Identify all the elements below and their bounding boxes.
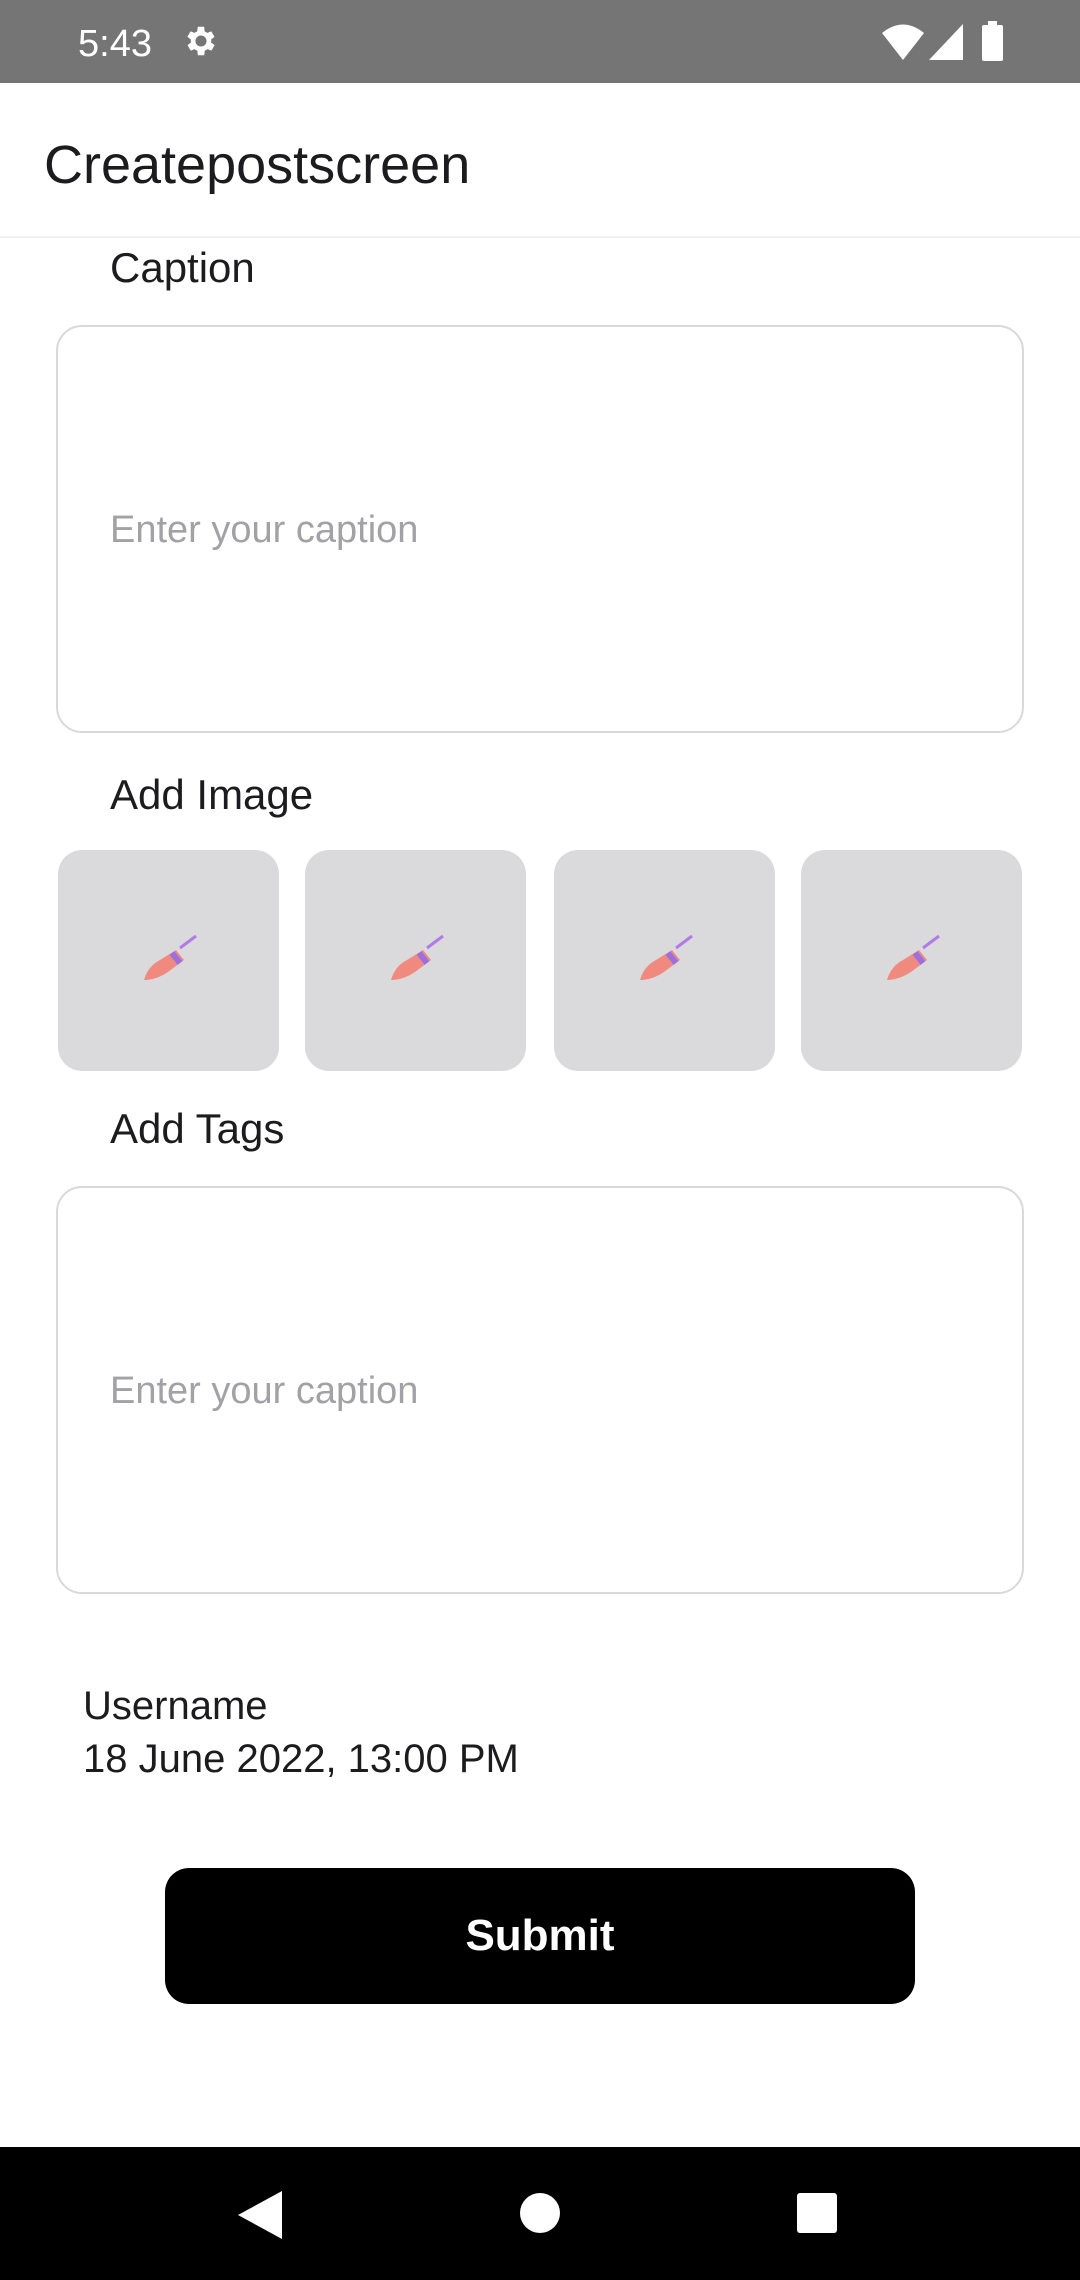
- tags-input[interactable]: [110, 1188, 970, 1592]
- pen-icon: [887, 934, 940, 980]
- wifi-icon: [882, 24, 924, 60]
- caption-field[interactable]: Enter your caption: [56, 325, 1024, 733]
- page-title: Createpostscreen: [44, 135, 471, 195]
- status-time: 5:43: [78, 23, 152, 65]
- battery-icon: [982, 21, 1003, 61]
- status-bar: 5:43: [0, 0, 1080, 83]
- add-tags-label: Add Tags: [110, 1105, 285, 1152]
- navigation-bar: [0, 2147, 1080, 2280]
- pen-icon: [144, 934, 197, 980]
- image-slot-2[interactable]: [305, 850, 526, 1071]
- caption-input[interactable]: [110, 327, 970, 731]
- pen-icon: [640, 934, 693, 980]
- image-slot-3[interactable]: [554, 850, 775, 1071]
- image-slot-1[interactable]: [58, 850, 279, 1071]
- add-image-label: Add Image: [110, 771, 314, 818]
- submit-button-label: Submit: [465, 1911, 615, 1960]
- cell-signal-icon: [929, 24, 963, 60]
- home-icon[interactable]: [520, 2193, 560, 2233]
- tags-field[interactable]: Enter your caption: [56, 1186, 1024, 1594]
- recents-icon[interactable]: [797, 2193, 837, 2233]
- back-icon[interactable]: [238, 2191, 282, 2239]
- submit-button[interactable]: Submit: [165, 1868, 915, 2004]
- username-text: Username: [83, 1684, 268, 1728]
- post-datetime: 18 June 2022, 13:00 PM: [83, 1737, 519, 1781]
- gear-icon: [187, 26, 215, 56]
- caption-label: Caption: [110, 244, 255, 291]
- app-bar: Createpostscreen: [0, 83, 1080, 238]
- image-slot-4[interactable]: [801, 850, 1022, 1071]
- image-slots: [58, 850, 1024, 1071]
- pen-icon: [391, 934, 444, 980]
